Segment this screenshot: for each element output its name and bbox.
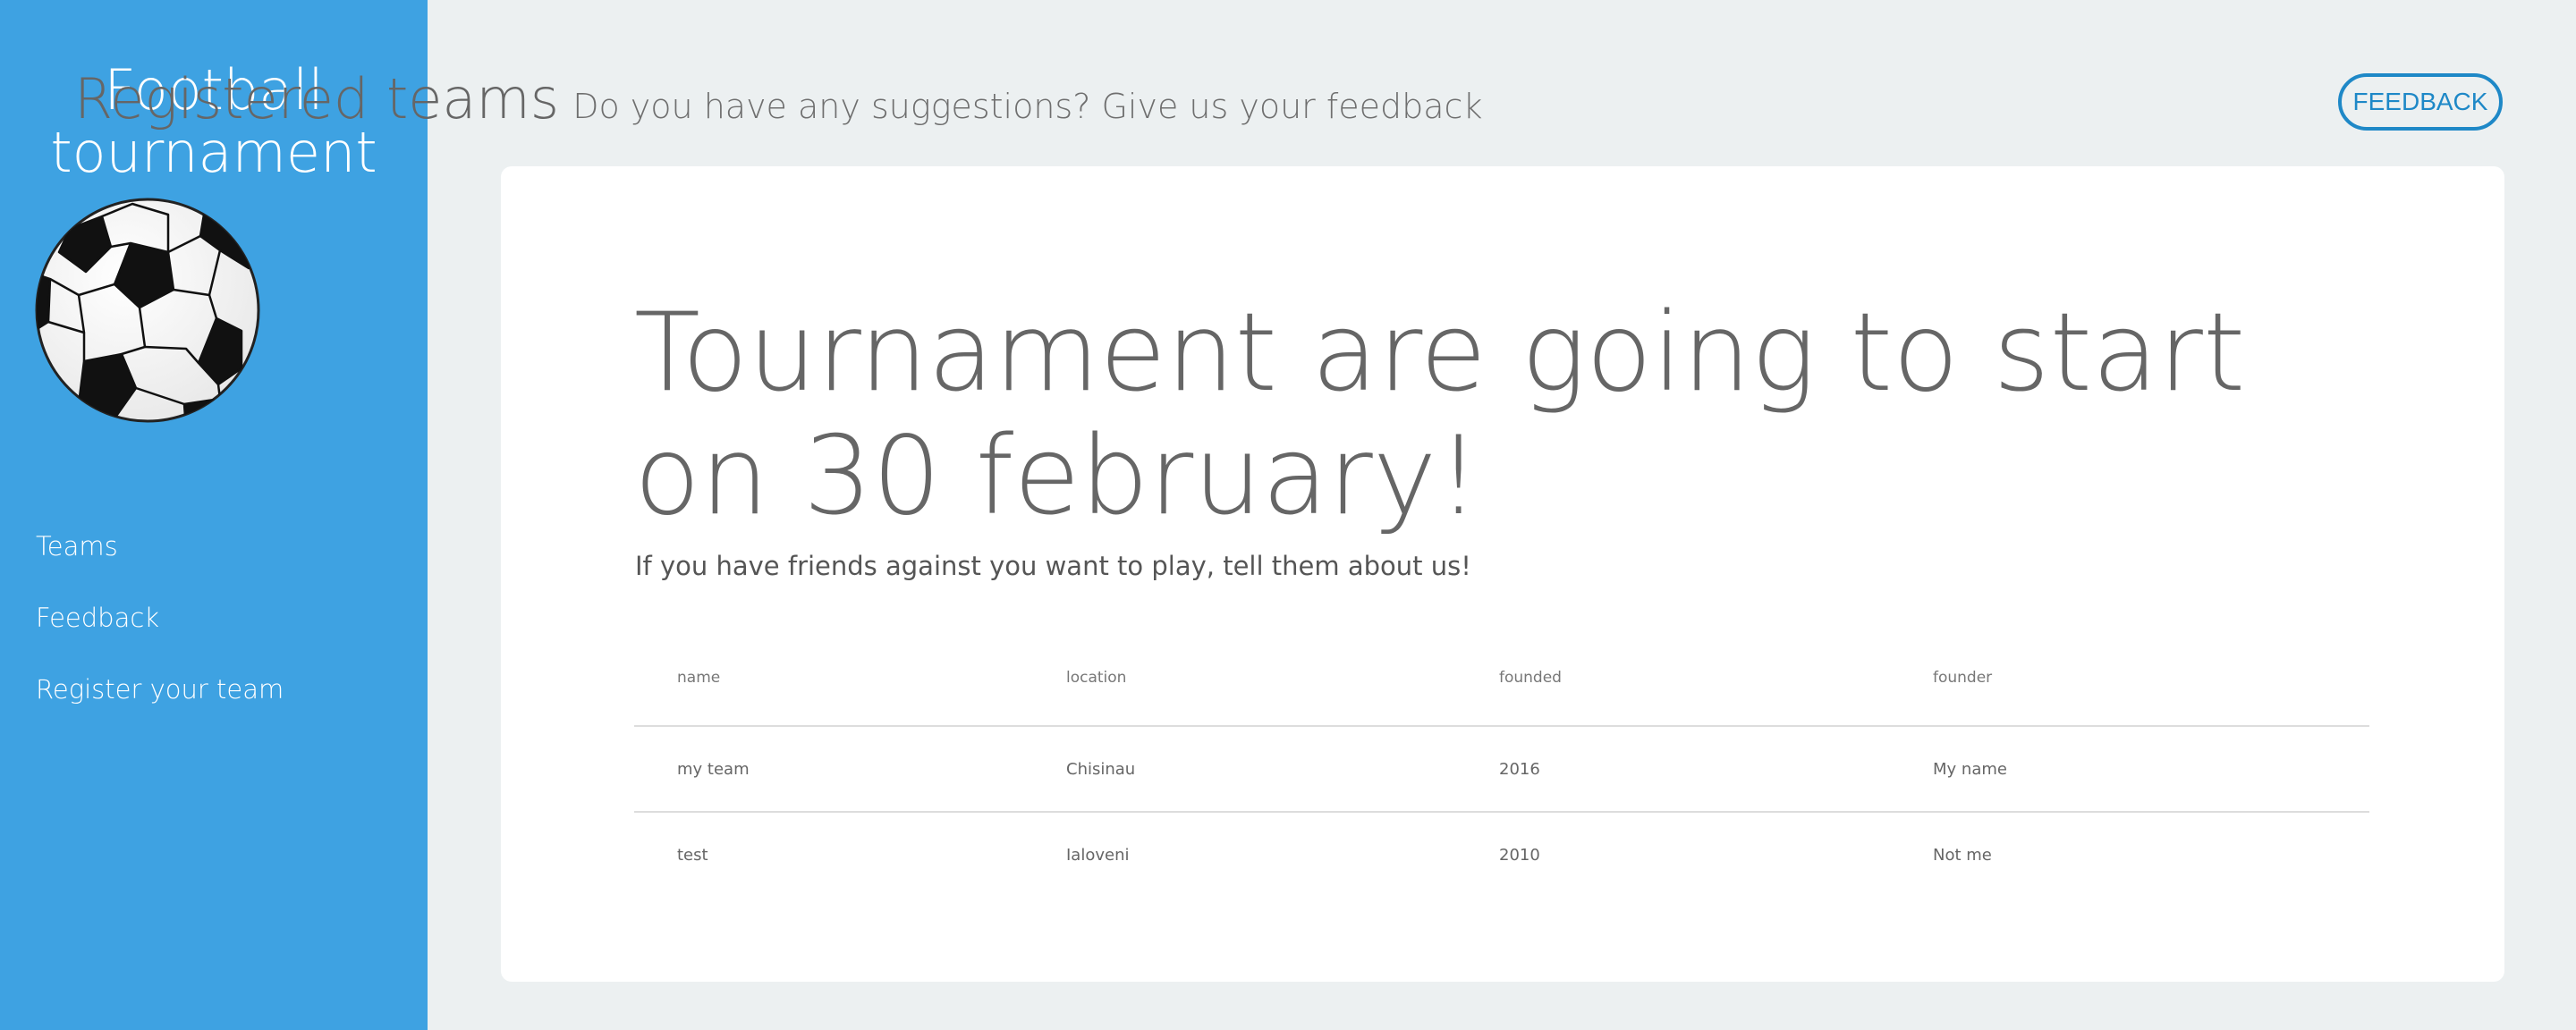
column-header-founder: founder [1890, 629, 2369, 727]
content-card: Tournament are going to start on 30 febr… [501, 166, 2504, 982]
page-subtitle: Do you have any suggestions? Give us you… [572, 87, 1483, 126]
page-title: Registered teams [74, 66, 560, 131]
hero-line-1: Tournament are going to start [634, 290, 2246, 416]
cell-location: Chisinau [1066, 759, 1136, 779]
cell-founded: 2016 [1499, 759, 1540, 779]
cell-founded: 2010 [1456, 811, 1890, 898]
sidebar-nav: Teams Feedback Register your team [36, 526, 284, 740]
sidebar: Football tournament Teams Feedback Regis… [0, 0, 428, 1030]
page-header: Registered teams Do you have any suggest… [74, 66, 1482, 131]
hero-heading: Tournament are going to start on 30 febr… [634, 291, 2334, 538]
sidebar-item-feedback[interactable]: Feedback [36, 597, 284, 669]
soccer-ball-icon [35, 198, 260, 423]
hero-subtext: If you have friends against you want to … [635, 551, 1471, 581]
cell-founder: Not me [1890, 811, 2369, 898]
table-header-row: name location founded founder [634, 629, 2369, 727]
column-header-name: name [634, 629, 1023, 727]
cell-name: test [634, 811, 1023, 898]
column-header-location: location [1023, 629, 1456, 727]
teams-table: name location founded founder my team Ch… [634, 629, 2369, 898]
cell-location: Ialoveni [1023, 811, 1456, 898]
sidebar-item-teams[interactable]: Teams [36, 526, 284, 597]
table-row: test Ialoveni 2010 Not me [634, 811, 2369, 898]
hero-line-2: on 30 february! [634, 413, 1480, 539]
column-header-founded: founded [1456, 629, 1890, 727]
cell-founder: My name [1933, 759, 2007, 779]
cell-name: my team [677, 759, 750, 779]
table-row: my team Chisinau 2016 My name [634, 726, 2369, 812]
feedback-button[interactable]: FEEDBACK [2338, 73, 2503, 131]
sidebar-item-register-team[interactable]: Register your team [36, 669, 284, 740]
